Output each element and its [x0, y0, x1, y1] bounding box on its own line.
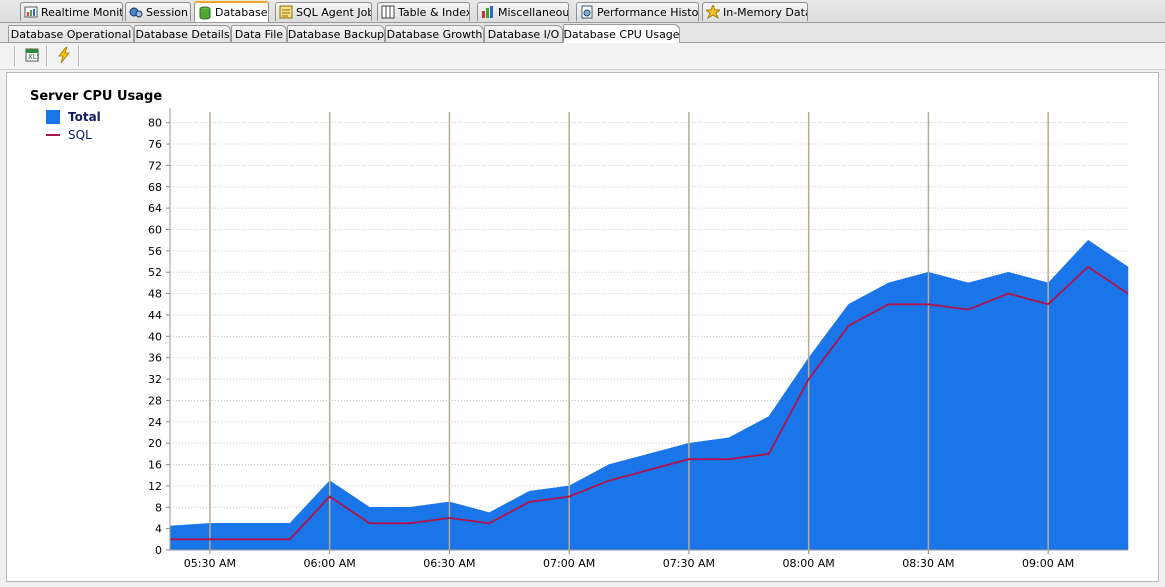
x-tick-label: 07:00 AM	[543, 557, 595, 570]
y-tick-label: 44	[148, 309, 162, 322]
y-tick-label: 80	[148, 117, 162, 130]
y-tick-label: 28	[148, 394, 162, 407]
y-tick-label: 72	[148, 159, 162, 172]
cpu-usage-chart: 0481216202428323640444852566064687276800…	[148, 108, 1129, 570]
series-area-total	[169, 239, 1129, 551]
y-tick-label: 68	[148, 181, 162, 194]
y-tick-label: 64	[148, 202, 162, 215]
y-tick-label: 40	[148, 330, 162, 343]
x-tick-label: 08:30 AM	[902, 557, 954, 570]
y-tick-label: 36	[148, 352, 162, 365]
y-tick-label: 56	[148, 245, 162, 258]
y-tick-label: 32	[148, 373, 162, 386]
y-tick-label: 76	[148, 138, 162, 151]
y-tick-label: 0	[155, 544, 162, 557]
y-tick-label: 4	[155, 523, 162, 536]
x-tick-label: 07:30 AM	[663, 557, 715, 570]
x-tick-label: 06:30 AM	[423, 557, 475, 570]
y-tick-label: 24	[148, 416, 162, 429]
y-tick-label: 48	[148, 288, 162, 301]
y-tick-label: 12	[148, 480, 162, 493]
x-tick-label: 05:30 AM	[184, 557, 236, 570]
y-tick-label: 60	[148, 224, 162, 237]
y-tick-label: 52	[148, 266, 162, 279]
x-tick-label: 06:00 AM	[304, 557, 356, 570]
y-tick-label: 16	[148, 459, 162, 472]
x-tick-label: 08:00 AM	[783, 557, 835, 570]
y-tick-label: 8	[155, 501, 162, 514]
x-tick-label: 09:00 AM	[1022, 557, 1074, 570]
y-tick-label: 20	[148, 437, 162, 450]
